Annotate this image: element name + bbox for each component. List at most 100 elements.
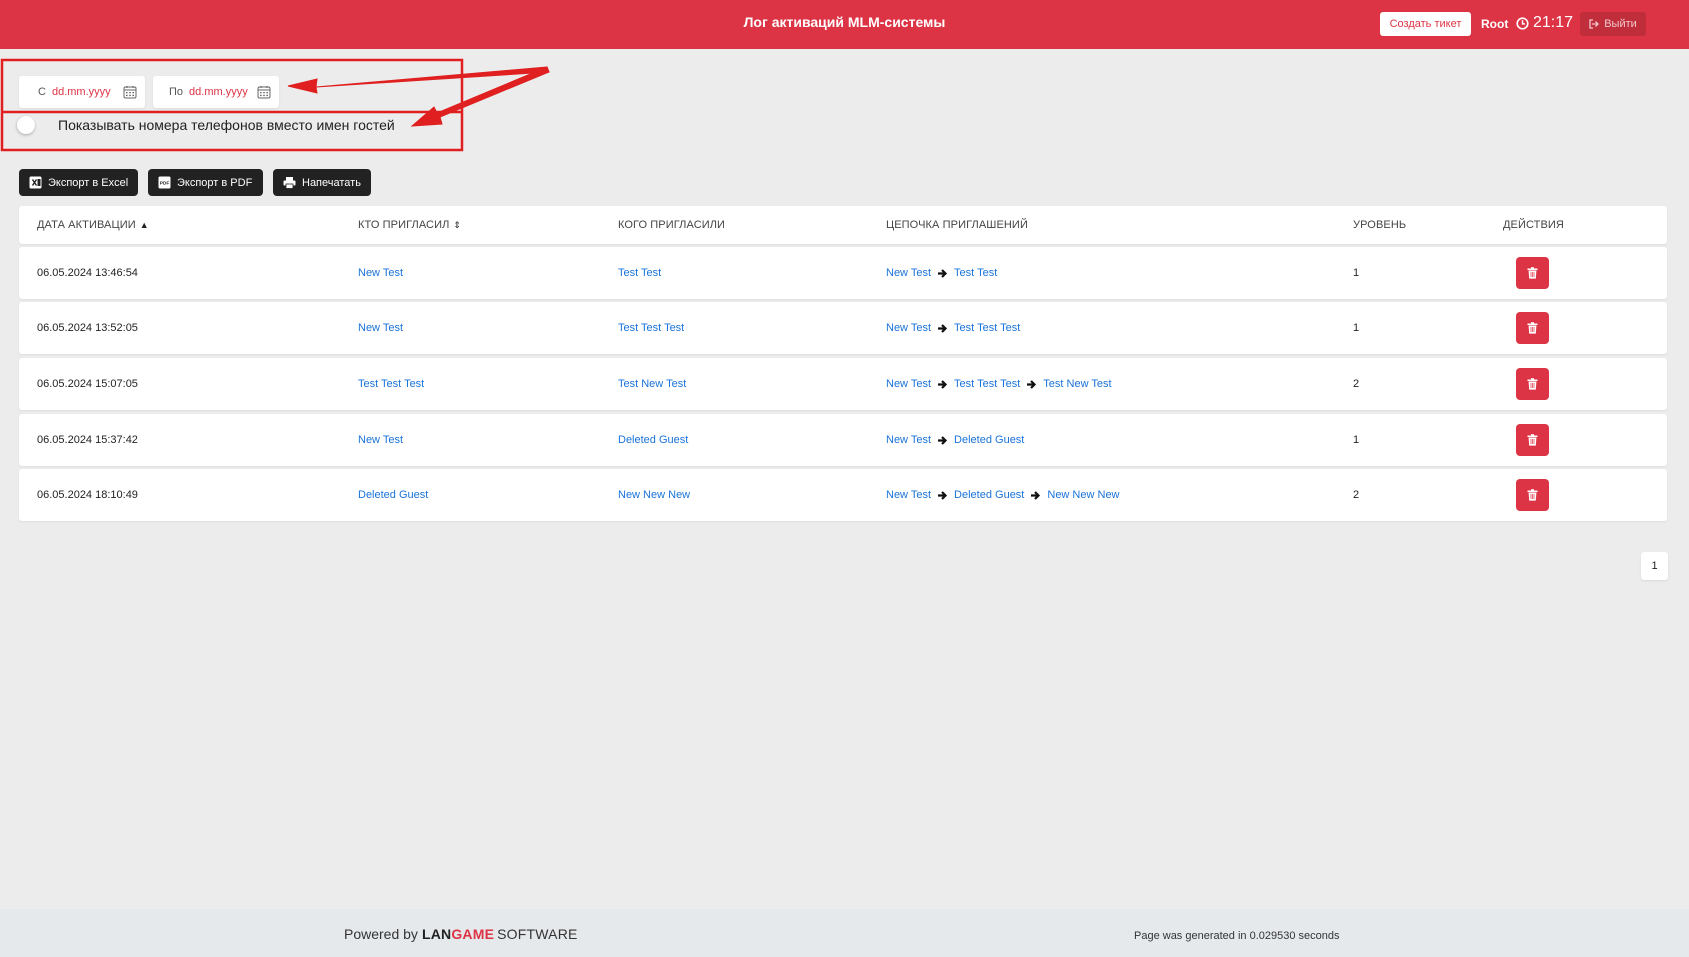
printer-icon <box>283 177 296 189</box>
calendar-icon[interactable] <box>257 85 271 99</box>
chain-link[interactable]: Test Test <box>954 267 997 279</box>
inviter-link[interactable]: New Test <box>358 247 403 299</box>
column-header-label: ЦЕПОЧКА ПРИГЛАШЕНИЙ <box>886 219 1028 231</box>
logout-button[interactable]: Выйти <box>1580 12 1646 36</box>
level-value: 2 <box>1353 378 1360 390</box>
export-pdf-button[interactable]: PDF Экспорт в PDF <box>148 169 263 196</box>
brand-logo: LANGAME SOFTWARE <box>422 926 578 942</box>
column-header-date[interactable]: ДАТА АКТИВАЦИИ ▲ <box>37 206 149 244</box>
column-header-label: КТО ПРИГЛАСИЛ <box>358 219 450 231</box>
date-to-placeholder: dd.mm.yyyy <box>189 86 248 98</box>
invitee-link[interactable]: New New New <box>618 469 690 521</box>
arrow-right-icon <box>1031 490 1041 500</box>
show-phones-label[interactable]: Показывать номера телефонов вместо имен … <box>58 117 395 133</box>
trash-icon <box>1527 267 1538 279</box>
delete-button[interactable] <box>1516 312 1549 344</box>
activation-date: 06.05.2024 13:46:54 <box>37 267 138 279</box>
column-header-label: УРОВЕНЬ <box>1353 219 1407 231</box>
arrow-right-icon <box>938 435 948 445</box>
chain-link[interactable]: New Test <box>886 322 931 334</box>
column-header-invitee: КОГО ПРИГЛАСИЛИ <box>618 206 725 244</box>
print-label: Напечатать <box>302 176 361 189</box>
table-row: 06.05.2024 15:37:42 New Test Deleted Guest… <box>19 414 1667 466</box>
delete-button[interactable] <box>1516 257 1549 289</box>
table-header: ДАТА АКТИВАЦИИ ▲ КТО ПРИГЛАСИЛ ⇕ КОГО ПР… <box>19 206 1667 244</box>
invitee-link[interactable]: Test Test <box>618 247 661 299</box>
inviter-link[interactable]: New Test <box>358 414 403 466</box>
chain-link[interactable]: New New New <box>1047 489 1119 501</box>
inviter-link[interactable]: New Test <box>358 302 403 354</box>
trash-icon <box>1527 489 1538 501</box>
show-phones-toggle[interactable] <box>17 116 39 134</box>
create-ticket-button[interactable]: Создать тикет <box>1380 12 1471 36</box>
invitation-chain: New Test Test Test Test Test New Test <box>886 358 1112 410</box>
trash-icon <box>1527 378 1538 390</box>
table-row: 06.05.2024 13:46:54 New Test Test Test New … <box>19 247 1667 299</box>
trash-icon <box>1527 434 1538 446</box>
invitee-link[interactable]: Test New Test <box>618 358 686 410</box>
chain-link[interactable]: Test New Test <box>1043 378 1111 390</box>
excel-icon <box>29 176 42 189</box>
delete-button[interactable] <box>1516 479 1549 511</box>
export-pdf-label: Экспорт в PDF <box>177 176 253 189</box>
chain-link[interactable]: Test Test Test <box>954 378 1020 390</box>
sort-asc-icon[interactable]: ▲ <box>140 220 149 230</box>
powered-by-label: Powered by <box>344 926 418 942</box>
inviter-link[interactable]: Deleted Guest <box>358 469 428 521</box>
date-to-field[interactable]: По dd.mm.yyyy <box>153 76 279 108</box>
annotation-arrow <box>287 66 550 94</box>
chain-link[interactable]: New Test <box>886 489 931 501</box>
invitation-chain: New Test Test Test <box>886 247 997 299</box>
arrow-right-icon <box>938 323 948 333</box>
annotation-arrow <box>410 66 550 127</box>
level-value: 1 <box>1353 322 1360 334</box>
export-excel-label: Экспорт в Excel <box>48 176 129 189</box>
chain-link[interactable]: New Test <box>886 267 931 279</box>
calendar-icon[interactable] <box>123 85 137 99</box>
activation-date: 06.05.2024 15:07:05 <box>37 378 138 390</box>
username[interactable]: Root <box>1481 17 1508 31</box>
generation-time: Page was generated in 0.029530 seconds <box>1134 930 1340 942</box>
export-excel-button[interactable]: Экспорт в Excel <box>19 169 138 196</box>
column-header-chain: ЦЕПОЧКА ПРИГЛАШЕНИЙ <box>886 206 1028 244</box>
date-from-field[interactable]: С dd.mm.yyyy <box>19 76 145 108</box>
table-row: 06.05.2024 15:07:05 Test Test Test Test Ne… <box>19 358 1667 410</box>
date-to-prefix: По <box>169 86 184 98</box>
table-row: 06.05.2024 13:52:05 New Test Test Test Tes… <box>19 302 1667 354</box>
column-header-label: ДАТА АКТИВАЦИИ <box>37 219 136 231</box>
chain-link[interactable]: New Test <box>886 434 931 446</box>
toggle-knob <box>17 116 35 134</box>
invitation-chain: New Test Deleted Guest New New New <box>886 469 1120 521</box>
column-header-label: КОГО ПРИГЛАСИЛИ <box>618 219 726 231</box>
chain-link[interactable]: Deleted Guest <box>954 434 1024 446</box>
column-header-inviter[interactable]: КТО ПРИГЛАСИЛ ⇕ <box>358 206 461 244</box>
sort-icon[interactable]: ⇕ <box>453 220 461 231</box>
activation-date: 06.05.2024 18:10:49 <box>37 489 138 501</box>
invitee-link[interactable]: Test Test Test <box>618 302 684 354</box>
pagination-page-1[interactable]: 1 <box>1641 552 1668 580</box>
brand-part-2: GAME <box>451 926 495 942</box>
footer: Powered by LANGAME SOFTWARE Page was gene… <box>0 909 1689 957</box>
invitation-chain: New Test Deleted Guest <box>886 414 1024 466</box>
activation-date: 06.05.2024 15:37:42 <box>37 434 138 446</box>
invitation-chain: New Test Test Test Test <box>886 302 1020 354</box>
brand-part-1: LAN <box>421 926 452 942</box>
trash-icon <box>1527 322 1538 334</box>
level-value: 2 <box>1353 489 1360 501</box>
chain-link[interactable]: Deleted Guest <box>954 489 1024 501</box>
delete-button[interactable] <box>1516 368 1549 400</box>
arrow-right-icon <box>938 268 948 278</box>
arrow-right-icon <box>938 490 948 500</box>
svg-text:PDF: PDF <box>160 181 170 187</box>
column-header-actions: ДЕЙСТВИЯ <box>1503 206 1564 244</box>
show-phones-toggle-row[interactable]: Показывать номера телефонов вместо имен … <box>17 116 395 134</box>
chain-link[interactable]: New Test <box>886 378 931 390</box>
logout-label: Выйти <box>1604 18 1637 30</box>
inviter-link[interactable]: Test Test Test <box>358 358 424 410</box>
clock: 21:17 <box>1516 14 1573 32</box>
date-from-placeholder: dd.mm.yyyy <box>51 86 111 98</box>
delete-button[interactable] <box>1516 424 1549 456</box>
invitee-link[interactable]: Deleted Guest <box>618 414 688 466</box>
print-button[interactable]: Напечатать <box>273 169 371 196</box>
chain-link[interactable]: Test Test Test <box>954 322 1020 334</box>
